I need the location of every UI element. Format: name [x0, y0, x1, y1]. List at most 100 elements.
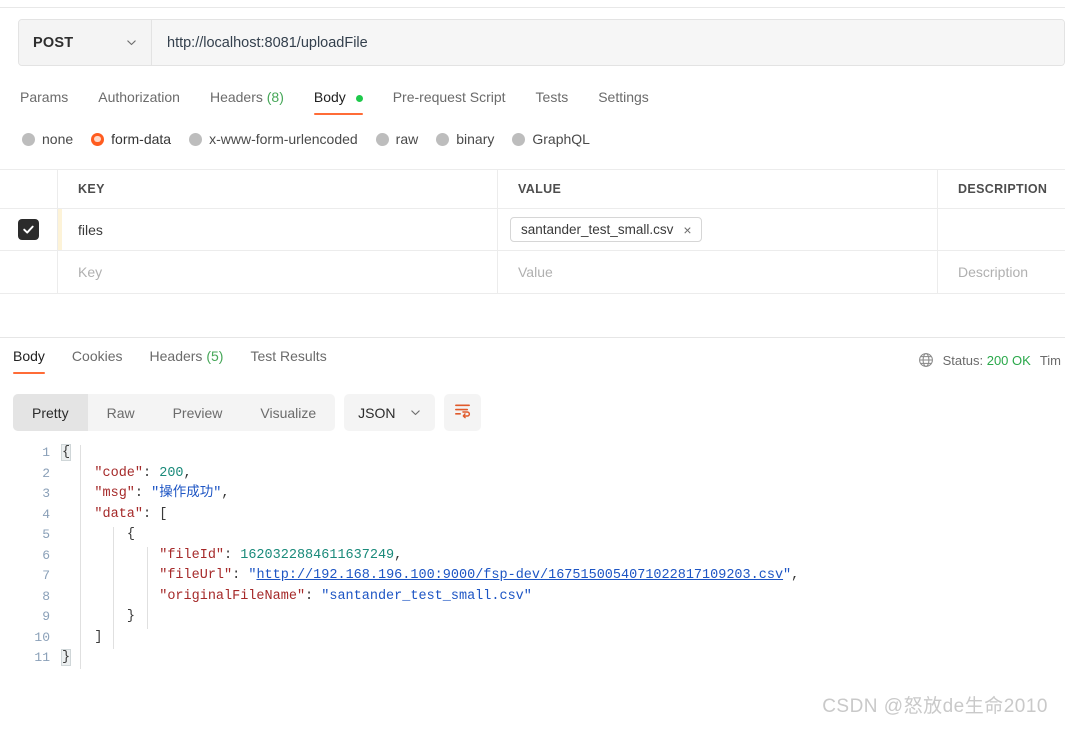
json-string: "操作成功": [151, 486, 222, 501]
header-checkbox-cell: [0, 170, 58, 208]
body-type-none[interactable]: none: [22, 131, 73, 147]
body-type-label: form-data: [111, 131, 172, 147]
line-number: 8: [42, 588, 50, 604]
http-method-label: POST: [33, 34, 74, 51]
request-url-bar: POST http://localhost:8081/uploadFile: [18, 19, 1065, 66]
empty-key-cell[interactable]: Key: [58, 251, 498, 293]
json-bracket: }: [126, 609, 135, 624]
row-checkbox[interactable]: [18, 219, 39, 240]
tab-settings[interactable]: Settings: [586, 83, 667, 117]
line-number: 6: [42, 547, 50, 563]
key-placeholder: Key: [78, 264, 103, 280]
view-mode-preview[interactable]: Preview: [154, 394, 242, 431]
table-row: files santander_test_small.csv ×: [0, 208, 1065, 251]
response-tab-headers[interactable]: Headers (5): [137, 348, 238, 375]
response-viewer-toolbar: Pretty Raw Preview Visualize JSON: [13, 394, 481, 431]
view-mode-pretty[interactable]: Pretty: [13, 394, 88, 431]
body-type-label: x-www-form-urlencoded: [209, 131, 358, 147]
watermark: CSDN @怒放de生命2010: [822, 696, 1048, 717]
close-icon[interactable]: ×: [682, 223, 692, 237]
header-value-cell: VALUE: [498, 170, 938, 208]
response-headers-count: (5): [206, 348, 224, 364]
body-type-raw[interactable]: raw: [375, 131, 419, 147]
table-header-row: KEY VALUE DESCRIPTION: [0, 169, 1065, 209]
chevron-down-icon: [126, 37, 137, 48]
tab-label: Body: [313, 89, 346, 105]
empty-description-cell[interactable]: Description: [938, 251, 1065, 293]
tab-label: Body: [13, 348, 45, 364]
code-line: 8 "originalFileName": "santander_test_sm…: [0, 587, 1065, 608]
tab-params[interactable]: Params: [20, 83, 86, 117]
json-key: "data": [94, 506, 144, 522]
body-type-radio-group: none form-data x-www-form-urlencoded raw…: [22, 131, 608, 147]
json-number: 200: [159, 465, 184, 481]
top-divider: [0, 7, 1065, 8]
empty-value-cell[interactable]: Value: [498, 251, 938, 293]
line-content: ]: [62, 628, 102, 649]
body-type-binary[interactable]: binary: [436, 131, 494, 147]
view-mode-raw[interactable]: Raw: [88, 394, 154, 431]
wrap-lines-button[interactable]: [443, 394, 481, 431]
view-mode-visualize[interactable]: Visualize: [241, 394, 335, 431]
row-description-cell[interactable]: [938, 209, 1065, 250]
line-number: 2: [42, 465, 50, 481]
response-tab-bar: Body Cookies Headers (5) Test Results: [13, 348, 341, 375]
body-type-label: GraphQL: [532, 131, 590, 147]
tab-headers[interactable]: Headers (8): [198, 83, 302, 117]
json-url-link[interactable]: http://192.168.196.100:9000/fsp-dev/1675…: [256, 568, 783, 583]
tab-label: Headers: [149, 348, 203, 364]
body-type-label: raw: [395, 131, 419, 147]
line-content: "code": 200,: [94, 465, 192, 481]
code-line: 2 "code": 200,: [0, 464, 1065, 485]
code-line: 5 {: [0, 525, 1065, 546]
tab-body[interactable]: Body: [302, 83, 381, 117]
http-method-selector[interactable]: POST: [19, 20, 152, 65]
body-type-label: none: [42, 131, 74, 147]
response-body-code-viewer[interactable]: 1 { 2 "code": 200, 3 "msg": "操作成功", 4 "d…: [0, 443, 1065, 693]
description-placeholder: Description: [958, 264, 1029, 280]
form-data-table: KEY VALUE DESCRIPTION files santander_te…: [0, 169, 1065, 294]
line-content: "fileUrl": "http://192.168.196.100:9000/…: [159, 568, 800, 583]
segment-label: Pretty: [32, 404, 69, 421]
file-chip-name: santander_test_small.csv: [521, 222, 674, 237]
file-chip[interactable]: santander_test_small.csv ×: [510, 217, 702, 242]
body-type-form-data[interactable]: form-data: [91, 131, 171, 147]
format-selector[interactable]: JSON: [344, 394, 435, 431]
line-number: 4: [42, 506, 50, 522]
code-line: 11 }: [0, 648, 1065, 669]
key-accent-bar: [58, 209, 62, 250]
line-number: 10: [34, 629, 50, 645]
status-label-text: Status:: [942, 352, 984, 368]
view-mode-segmented-control: Pretty Raw Preview Visualize: [13, 394, 336, 431]
body-type-label: binary: [456, 131, 495, 147]
response-tab-test-results[interactable]: Test Results: [237, 348, 340, 375]
code-line: 1 {: [0, 443, 1065, 464]
indent-guide: [147, 547, 148, 629]
status-value: 200 OK: [986, 352, 1031, 368]
postman-window: POST http://localhost:8081/uploadFile Pa…: [0, 0, 1065, 735]
response-tab-body[interactable]: Body: [13, 348, 59, 375]
pane-divider[interactable]: [0, 337, 1065, 338]
line-content: "msg": "操作成功",: [94, 486, 230, 501]
line-content: "data": [: [94, 506, 168, 522]
body-type-x-www-form-urlencoded[interactable]: x-www-form-urlencoded: [189, 131, 358, 147]
column-header-description: DESCRIPTION: [958, 182, 1048, 196]
tab-tests[interactable]: Tests: [524, 83, 587, 117]
wrap-lines-icon: [453, 401, 472, 425]
code-line: 10 ]: [0, 628, 1065, 649]
body-type-graphql[interactable]: GraphQL: [512, 131, 590, 147]
tab-pre-request-script[interactable]: Pre-request Script: [381, 83, 524, 117]
line-number: 11: [34, 650, 50, 665]
tab-label: Cookies: [71, 348, 123, 364]
radio-icon: [436, 132, 450, 146]
table-empty-row: Key Value Description: [0, 250, 1065, 294]
column-header-value: VALUE: [518, 182, 562, 196]
status-label: Status: 200 OK: [943, 353, 1031, 368]
row-key-cell[interactable]: files: [58, 209, 498, 250]
json-bracket: {: [126, 527, 135, 542]
url-input[interactable]: http://localhost:8081/uploadFile: [152, 20, 1064, 65]
tab-authorization[interactable]: Authorization: [86, 83, 198, 117]
row-value-cell[interactable]: santander_test_small.csv ×: [498, 209, 938, 250]
response-tab-cookies[interactable]: Cookies: [59, 348, 137, 375]
tab-label: Pre-request Script: [392, 89, 506, 105]
